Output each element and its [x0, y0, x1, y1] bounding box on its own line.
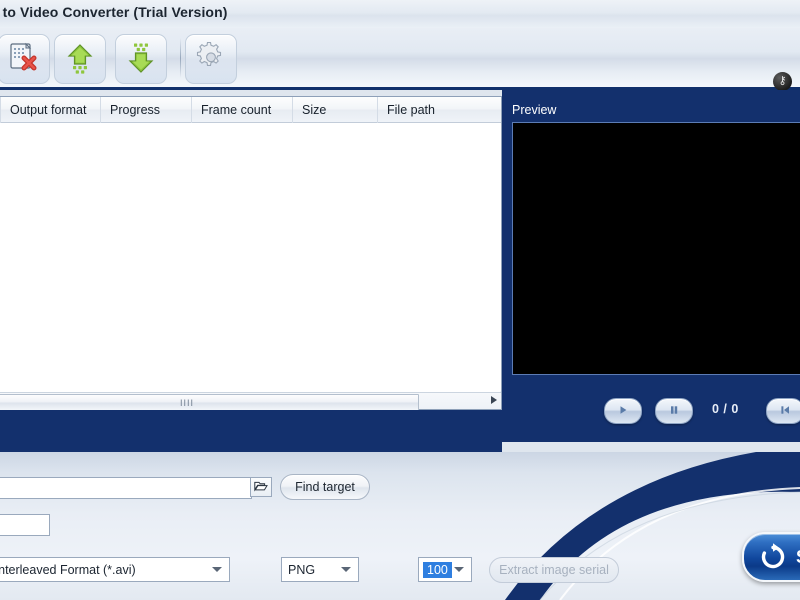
- scrollbar-thumb[interactable]: IIII: [0, 394, 419, 411]
- file-list-body[interactable]: [0, 123, 501, 391]
- gear-icon: [195, 41, 227, 77]
- column-header-file-path[interactable]: File path: [378, 97, 503, 123]
- start-button-label: S: [796, 547, 800, 568]
- chevron-down-icon: [341, 567, 351, 572]
- document-remove-icon: [7, 41, 41, 78]
- target-path-input[interactable]: [0, 477, 252, 499]
- skip-back-icon: [779, 404, 791, 419]
- remove-file-button[interactable]: [0, 34, 50, 84]
- quality-select[interactable]: 100: [418, 557, 472, 582]
- list-footer-bar: all: [0, 410, 502, 452]
- move-up-button[interactable]: [54, 34, 106, 84]
- chevron-down-icon: [454, 567, 464, 572]
- preview-prev-button[interactable]: [766, 398, 800, 424]
- settings-button[interactable]: [185, 34, 237, 84]
- column-header-frame-count[interactable]: Frame count: [192, 97, 293, 123]
- preview-pause-button[interactable]: [655, 398, 693, 424]
- preview-panel: Preview: [502, 90, 800, 442]
- pause-icon: [668, 404, 680, 419]
- start-button[interactable]: S: [742, 532, 800, 582]
- chevron-down-icon: [212, 567, 222, 572]
- output-format-select[interactable]: o Video Interleaved Format (*.avi): [0, 557, 230, 582]
- extract-image-serial-button[interactable]: Extract image serial: [489, 557, 619, 583]
- toolbar: ⚷: [0, 28, 800, 91]
- secondary-path-input[interactable]: [0, 514, 50, 536]
- frame-counter: 0 / 0: [712, 402, 739, 416]
- play-icon: [617, 404, 629, 419]
- refresh-circle-icon: [758, 542, 788, 572]
- title-bar: IF to Video Converter (Trial Version): [0, 0, 800, 29]
- preview-play-button[interactable]: [604, 398, 642, 424]
- column-header-size[interactable]: Size: [293, 97, 378, 123]
- arrow-up-icon: [63, 41, 97, 78]
- file-list-header: e Output format Progress Frame count Siz…: [0, 97, 501, 123]
- output-format-value: o Video Interleaved Format (*.avi): [0, 562, 136, 577]
- quality-value: 100: [423, 561, 452, 578]
- toolbar-separator: [180, 38, 181, 78]
- window-title: IF to Video Converter (Trial Version): [0, 4, 228, 20]
- app-window: IF to Video Converter (Trial Version) ⚷ …: [0, 0, 800, 600]
- image-format-select[interactable]: PNG: [281, 557, 359, 582]
- browse-folder-button[interactable]: [250, 477, 272, 497]
- preview-title: Preview: [512, 103, 557, 117]
- move-down-button[interactable]: [115, 34, 167, 84]
- arrow-down-icon: [124, 41, 158, 78]
- folder-open-icon: [254, 480, 268, 495]
- horizontal-scrollbar[interactable]: IIII: [0, 392, 501, 411]
- scroll-right-arrow-icon[interactable]: [491, 396, 497, 404]
- find-target-button[interactable]: Find target: [280, 474, 370, 500]
- preview-screen[interactable]: [512, 122, 800, 375]
- file-list-panel: e Output format Progress Frame count Siz…: [0, 96, 502, 411]
- column-header-progress[interactable]: Progress: [101, 97, 192, 123]
- image-format-value: PNG: [288, 562, 316, 577]
- register-key-icon[interactable]: ⚷: [773, 72, 792, 91]
- column-header-output-format[interactable]: Output format: [1, 97, 101, 123]
- bottom-panel: Find target ✓ Use input path More info..…: [0, 452, 800, 600]
